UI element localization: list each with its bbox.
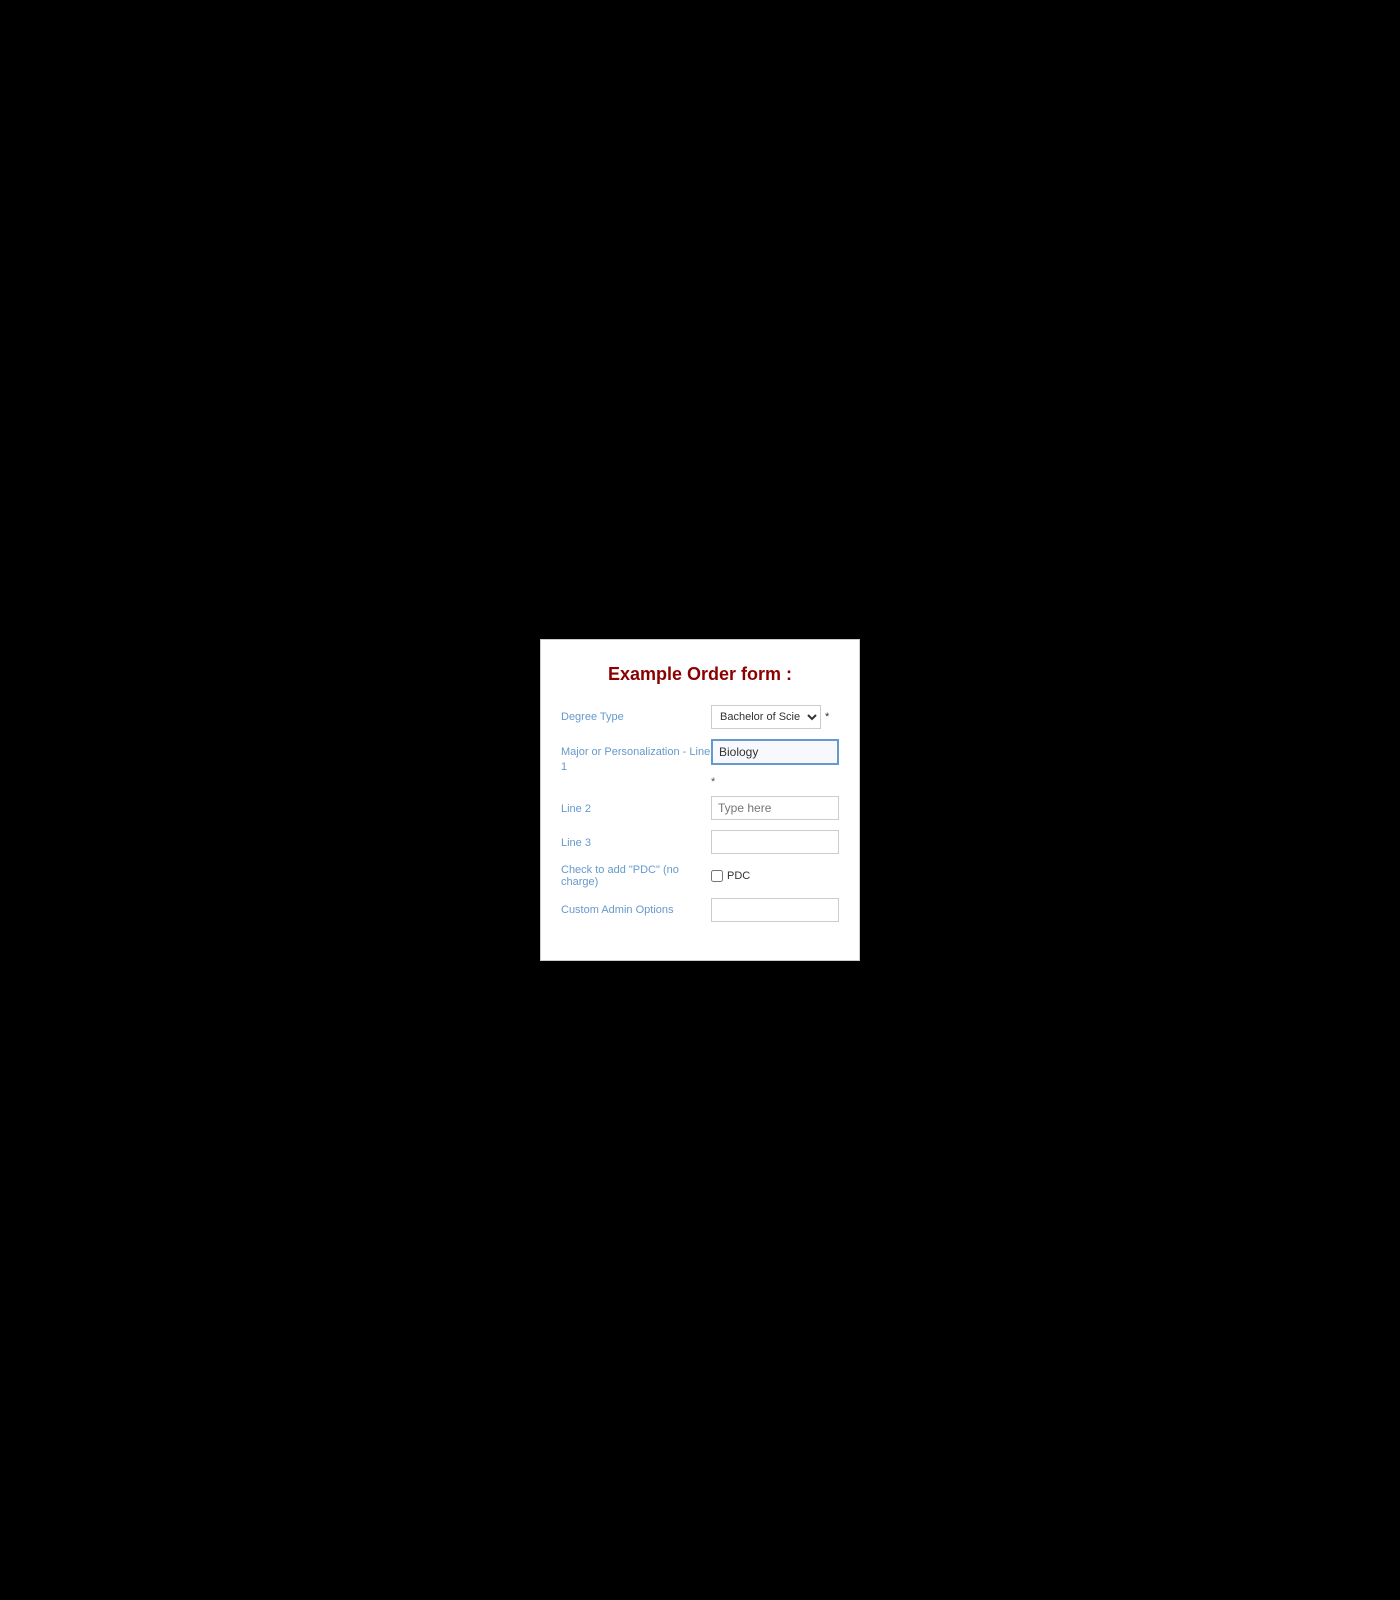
line3-row: Line 3 [561, 830, 839, 854]
line3-label: Line 3 [561, 830, 711, 850]
degree-type-select[interactable]: Bachelor of Science Master of Science As… [711, 705, 821, 729]
custom-admin-input[interactable] [711, 898, 839, 922]
line2-field [711, 796, 839, 820]
custom-admin-row: Custom Admin Options [561, 898, 839, 922]
line3-field [711, 830, 839, 854]
major-row: Major or Personalization - Line 1 [561, 739, 839, 774]
pdc-label: Check to add "PDC" (no charge) [561, 864, 711, 888]
major-label: Major or Personalization - Line 1 [561, 739, 711, 774]
line2-input[interactable] [711, 796, 839, 820]
major-input[interactable] [711, 739, 839, 765]
major-field [711, 739, 839, 765]
pdc-checkbox-label: PDC [727, 870, 750, 882]
degree-required-star: * [825, 711, 829, 723]
custom-admin-field [711, 898, 839, 922]
degree-type-field: Bachelor of Science Master of Science As… [711, 705, 839, 729]
pdc-checkbox[interactable] [711, 870, 723, 882]
degree-type-row: Degree Type Bachelor of Science Master o… [561, 705, 839, 729]
custom-admin-label: Custom Admin Options [561, 904, 711, 916]
order-form: Example Order form : Degree Type Bachelo… [540, 639, 860, 961]
major-required-star: * [561, 776, 839, 788]
pdc-row: Check to add "PDC" (no charge) PDC [561, 864, 839, 888]
degree-type-label: Degree Type [561, 711, 711, 723]
line3-input[interactable] [711, 830, 839, 854]
pdc-field: PDC [711, 870, 750, 882]
line2-row: Line 2 [561, 796, 839, 820]
form-title: Example Order form : [561, 664, 839, 685]
line2-label: Line 2 [561, 796, 711, 816]
